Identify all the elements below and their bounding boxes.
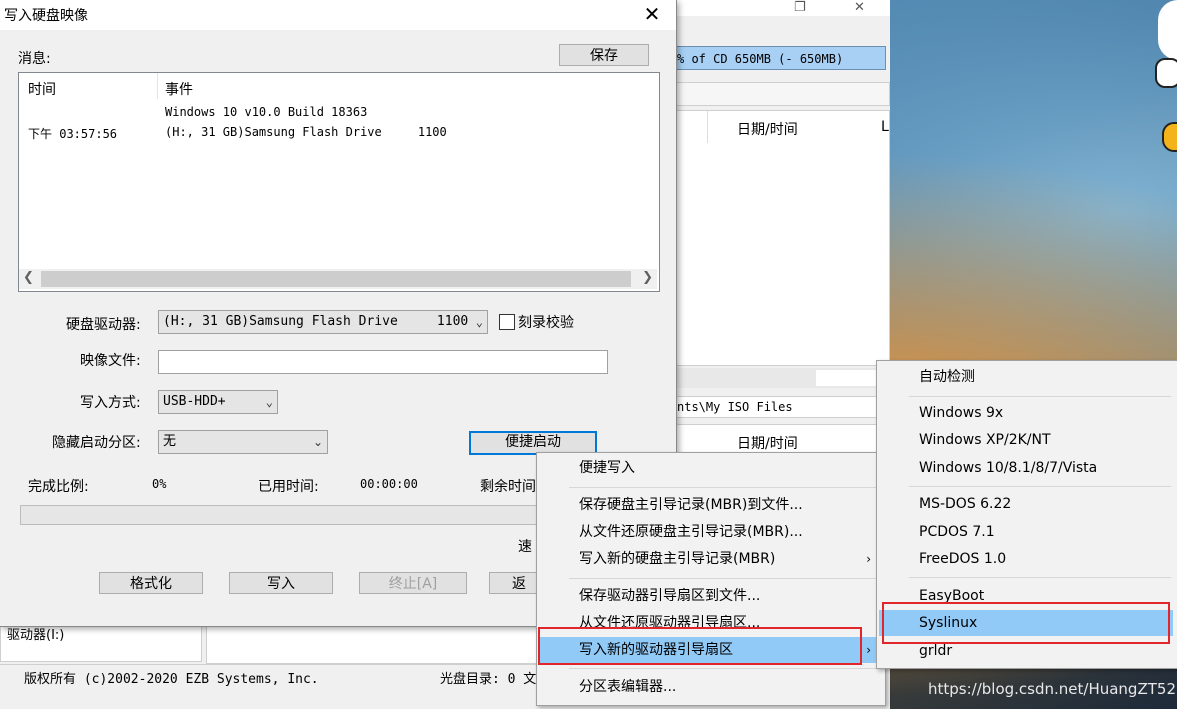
chevron-down-icon: ⌄ [265,395,273,409]
close-icon[interactable]: ✕ [638,2,666,26]
annotation-highlight [538,627,862,665]
messages-label: 消息: [18,51,51,67]
disk-drive-select[interactable]: (H:, 31 GB)Samsung Flash Drive 1100 ⌄ [158,310,488,334]
submenu-item-winxp[interactable]: Windows XP/2K/NT [879,427,1173,453]
verify-label: 刻录校验 [518,315,574,331]
elapsed-label: 已用时间: [258,479,319,495]
log-column-time[interactable]: 时间 [28,79,56,99]
chevron-right-icon: › [866,643,871,657]
horizontal-scrollbar[interactable] [676,368,888,388]
image-file-input[interactable] [158,350,608,374]
menu-separator [569,668,879,669]
menu-item-save-boot-sector[interactable]: 保存驱动器引导扇区到文件... [539,583,881,609]
image-file-label: 映像文件: [80,353,141,369]
column-header-date[interactable]: 日期/时间 [737,119,798,139]
column-separator [157,73,158,99]
column-separator [707,111,708,143]
write-button[interactable]: 写入 [229,572,333,594]
write-method-select[interactable]: USB-HDD+ ⌄ [158,390,278,414]
submenu-item-win10[interactable]: Windows 10/8.1/8/7/Vista [879,455,1173,481]
menu-separator [909,486,1171,487]
chevron-down-icon: ⌄ [312,435,323,449]
annotation-highlight [882,602,1170,644]
menu-separator [909,577,1171,578]
submenu-item-auto-detect[interactable]: 自动检测 [879,364,1173,390]
disk-drive-value: (H:, 31 GB)Samsung Flash Drive 1100 [163,314,469,329]
submenu-item-pcdos[interactable]: PCDOS 7.1 [879,519,1173,545]
drive-item[interactable]: 驱动器(I:) [7,628,64,643]
drive-tree[interactable]: 驱动器(I:) [0,626,202,662]
progress-value: 0% [152,477,167,491]
mascot-decoration-3 [1162,122,1177,152]
scrollbar-thumb[interactable] [41,271,631,287]
save-button[interactable]: 保存 [559,44,649,66]
restore-icon[interactable]: ❐ [794,0,806,15]
column-header-date-local[interactable]: 日期/时间 [737,433,798,453]
menu-item-restore-mbr[interactable]: 从文件还原硬盘主引导记录(MBR)... [539,519,881,545]
write-method-value: USB-HDD+ [163,394,226,409]
scroll-right-icon[interactable]: ❯ [642,270,653,285]
chevron-down-icon: ⌄ [475,315,483,329]
mascot-decoration [1158,0,1177,60]
submenu-item-win9x[interactable]: Windows 9x [879,400,1173,426]
log-column-event[interactable]: 事件 [165,79,193,99]
scroll-left-icon[interactable]: ❮ [23,270,34,285]
hidden-partition-select[interactable]: 无 ⌄ [158,430,328,454]
hidden-partition-value: 无 [163,434,177,449]
disk-drive-label: 硬盘驱动器: [66,317,141,333]
quick-boot-menu: 便捷写入 保存硬盘主引导记录(MBR)到文件... 从文件还原硬盘主引导记录(M… [536,452,886,706]
watermark: https://blog.csdn.net/HuangZT521 [928,680,1177,698]
submenu-item-freedos[interactable]: FreeDOS 1.0 [879,546,1173,572]
status-copyright: 版权所有 (c)2002-2020 EZB Systems, Inc. [24,672,319,687]
log-horizontal-scrollbar[interactable]: ❮ ❯ [19,269,657,289]
log-time: 下午 03:57:56 [28,127,118,141]
menu-separator [569,578,879,579]
remaining-label: 剩余时间 [480,479,536,495]
message-log[interactable]: 时间 事件 Windows 10 v10.0 Build 18363 下午 03… [18,72,660,292]
scrollbar-thumb[interactable] [816,370,876,386]
submenu-item-msdos[interactable]: MS-DOS 6.22 [879,491,1173,517]
elapsed-value: 00:00:00 [360,477,418,491]
speed-label: 速 [518,539,532,555]
progress-label: 完成比例: [28,479,89,495]
mascot-decoration-2 [1155,58,1177,88]
menu-item-label: 写入新的硬盘主引导记录(MBR) [579,551,776,567]
verify-checkbox[interactable] [499,314,515,330]
menu-item-save-mbr[interactable]: 保存硬盘主引导记录(MBR)到文件... [539,492,881,518]
main-window-titlebar: ❐ ✕ [676,0,890,16]
chevron-right-icon: › [866,552,871,566]
cd-capacity-bar: % of CD 650MB (- 650MB) [674,46,886,70]
dialog-title: 写入硬盘映像 [4,8,88,24]
local-path-field[interactable]: nts\My ISO Files [676,396,890,418]
log-event-drive: (H:, 31 GB)Samsung Flash Drive 1100 [165,125,447,139]
menu-separator [909,396,1171,397]
stop-button[interactable]: 终止[A] [359,572,467,594]
menu-item-partition-editor[interactable]: 分区表编辑器... [539,674,881,700]
menu-separator [569,487,879,488]
format-button[interactable]: 格式化 [99,572,203,594]
write-method-label: 写入方式: [80,395,141,411]
hidden-partition-label: 隐藏启动分区: [52,435,141,451]
menu-item-write-new-mbr[interactable]: 写入新的硬盘主引导记录(MBR) › [539,546,881,572]
column-header-l[interactable]: L [881,119,889,135]
log-event-os: Windows 10 v10.0 Build 18363 [165,105,368,119]
iso-file-list[interactable]: 日期/时间 L [676,110,890,366]
dialog-titlebar: 写入硬盘映像 ✕ [0,0,676,30]
status-cd-dir: 光盘目录: 0 文 [440,672,537,687]
close-icon[interactable]: ✕ [854,0,865,15]
toolbar-strip [676,82,890,106]
menu-item-quick-write[interactable]: 便捷写入 [539,455,881,481]
